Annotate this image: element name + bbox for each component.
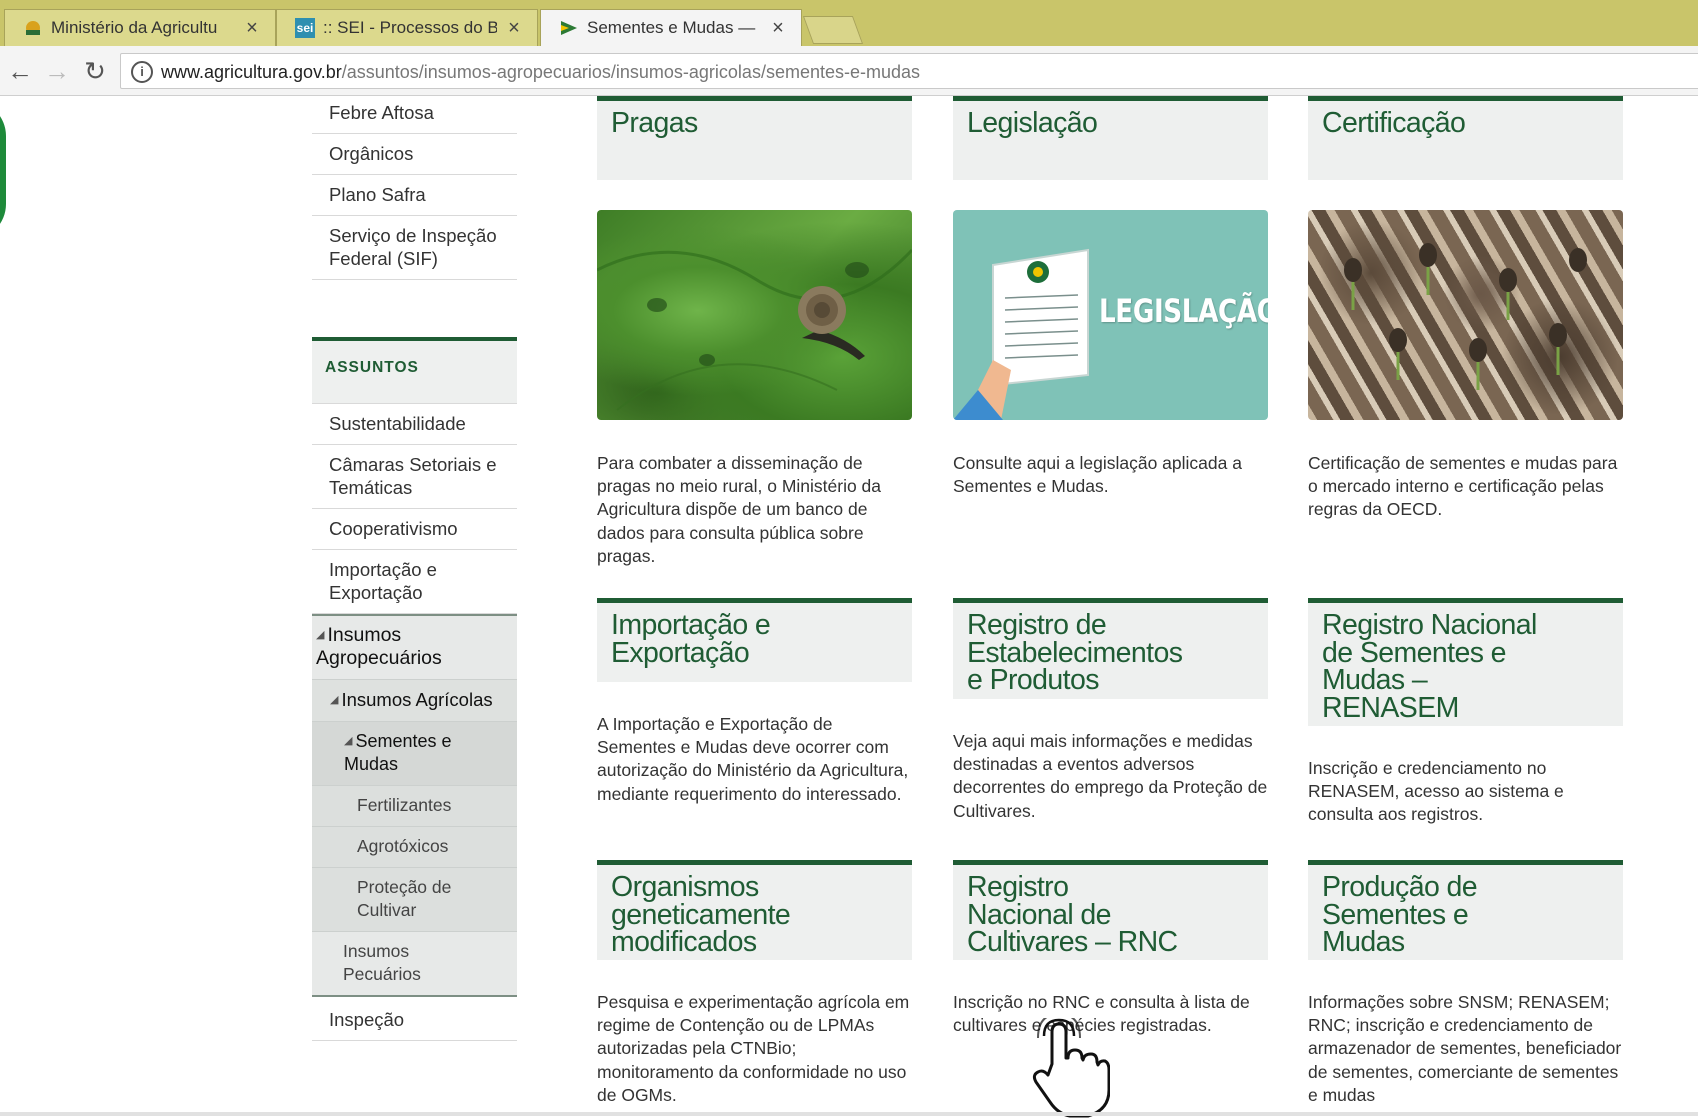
sidebar-item-cooperativismo[interactable]: Cooperativismo [312, 509, 517, 550]
legislacao-image[interactable]: LEGISLAÇÃO [953, 210, 1268, 420]
card-text-legislacao: Consulte aqui a legislação aplicada a Se… [953, 453, 1242, 497]
card-text-pragas: Para combater a disseminação de pragas n… [597, 453, 882, 566]
card-text-producao: Informações sobre SNSM; RENASEM; RNC; in… [1308, 992, 1622, 1105]
snail-illustration [597, 248, 912, 411]
sidebar-item-fertilizantes[interactable]: Fertilizantes [312, 786, 517, 827]
hand-pointer-cursor-icon [1032, 1018, 1110, 1118]
certificacao-seedlings-image[interactable] [1308, 210, 1623, 420]
sidebar-item-insumos-agricolas[interactable]: ◢ Insumos Agrícolas [312, 680, 517, 722]
new-tab-button[interactable] [802, 16, 864, 44]
page-bottom-edge [0, 1112, 1698, 1116]
info-icon[interactable]: i [131, 61, 153, 83]
sidebar-item-camaras[interactable]: Câmaras Setoriais e Temáticas [312, 445, 517, 509]
sidebar-item-protecao-cultivar[interactable]: Proteção de Cultivar [312, 868, 517, 932]
sidebar-item-sustentabilidade[interactable]: Sustentabilidade [312, 404, 517, 445]
triangle-expanded-icon: ◢ [316, 629, 325, 641]
tab-title: Ministério da Agricultu [51, 18, 218, 37]
reload-icon[interactable]: ↻ [80, 56, 110, 86]
sidebar-item-sif[interactable]: Serviço de Inspeção Federal (SIF) [312, 216, 517, 280]
card-title-rnc[interactable]: Registro Nacional de Cultivares – RNC [953, 860, 1268, 960]
tab-title: Sementes e Mudas — [587, 18, 756, 37]
sidebar-item-febre-aftosa[interactable]: Febre Aftosa [312, 96, 517, 134]
card-title-certificacao[interactable]: Certificação [1308, 96, 1623, 180]
green-decoration [0, 100, 6, 240]
brasil-coat-icon [23, 18, 43, 38]
tab-title: :: SEI - Processos do Bl [323, 18, 497, 37]
pragas-snail-image[interactable] [597, 210, 912, 420]
card-text-rnc: Inscrição no RNC e consulta à lista de c… [953, 992, 1250, 1036]
card-text-importacao: A Importação e Exportação de Sementes e … [597, 714, 909, 804]
legislacao-image-label: LEGISLAÇÃO [1099, 292, 1268, 330]
sidebar: Febre Aftosa Orgânicos Plano Safra Servi… [312, 96, 517, 1041]
tab-ministerio[interactable]: Ministério da Agricultu × [4, 9, 276, 46]
sidebar-item-plano-safra[interactable]: Plano Safra [312, 175, 517, 216]
address-bar[interactable]: i www.agricultura.gov.br/assuntos/insumo… [120, 53, 1698, 89]
triangle-expanded-icon: ◢ [344, 735, 353, 747]
card-text-registro-estabelecimentos: Veja aqui mais informações e medidas des… [953, 731, 1268, 821]
close-tab-icon[interactable]: × [505, 17, 523, 40]
sidebar-item-insumos-pecuarios[interactable]: Insumos Pecuários [312, 932, 517, 995]
card-title-producao[interactable]: Produção de Sementes e Mudas [1308, 860, 1623, 960]
card-title-legislacao[interactable]: Legislação [953, 96, 1268, 180]
browser-toolbar: ← → ↻ i www.agricultura.gov.br/assuntos/… [0, 46, 1698, 96]
sei-icon: sei [295, 18, 315, 38]
card-title-importacao[interactable]: Importação e Exportação [597, 598, 912, 682]
sidebar-group-insumos: ◢ Insumos Agropecuários ◢ Insumos Agrícola… [312, 614, 517, 997]
card-text-certificacao: Certificação de sementes e mudas para o … [1308, 453, 1618, 520]
triangle-expanded-icon: ◢ [330, 694, 339, 706]
card-title-ogm[interactable]: Organismos geneticamente modificados [597, 860, 912, 960]
sidebar-item-inspecao[interactable]: Inspeção [312, 997, 517, 1041]
card-title-renasem[interactable]: Registro Nacional de Sementes e Mudas – … [1308, 598, 1623, 726]
sidebar-item-organicos[interactable]: Orgânicos [312, 134, 517, 175]
card-title-pragas[interactable]: Pragas [597, 96, 912, 180]
close-tab-icon[interactable]: × [769, 17, 787, 40]
card-text-ogm: Pesquisa e experimentação agrícola em re… [597, 992, 910, 1105]
sidebar-item-insumos-agropecuarios[interactable]: ◢ Insumos Agropecuários [312, 616, 517, 680]
card-text-renasem: Inscrição e credenciamento no RENASEM, a… [1308, 758, 1564, 825]
tab-sementes-e-mudas[interactable]: Sementes e Mudas — × [540, 9, 802, 46]
flag-icon [559, 18, 579, 38]
sidebar-item-sementes-e-mudas[interactable]: ◢ Sementes e Mudas [312, 722, 517, 786]
tab-strip: Ministério da Agricultu × sei :: SEI - P… [0, 0, 1698, 46]
forward-arrow-icon[interactable]: → [42, 56, 72, 86]
sidebar-section-title: ASSUNTOS [312, 337, 517, 404]
back-arrow-icon[interactable]: ← [5, 56, 35, 86]
url-text[interactable]: www.agricultura.gov.br/assuntos/insumos-… [161, 62, 920, 83]
tab-sei[interactable]: sei :: SEI - Processos do Bl × [276, 9, 538, 46]
seedlings-illustration [1344, 243, 1587, 390]
sidebar-item-importacao[interactable]: Importação e Exportação [312, 550, 517, 614]
close-tab-icon[interactable]: × [243, 17, 261, 40]
card-title-registro-estabelecimentos[interactable]: Registro de Estabelecimentos e Produtos [953, 598, 1268, 699]
sidebar-item-agrotoxicos[interactable]: Agrotóxicos [312, 827, 517, 868]
